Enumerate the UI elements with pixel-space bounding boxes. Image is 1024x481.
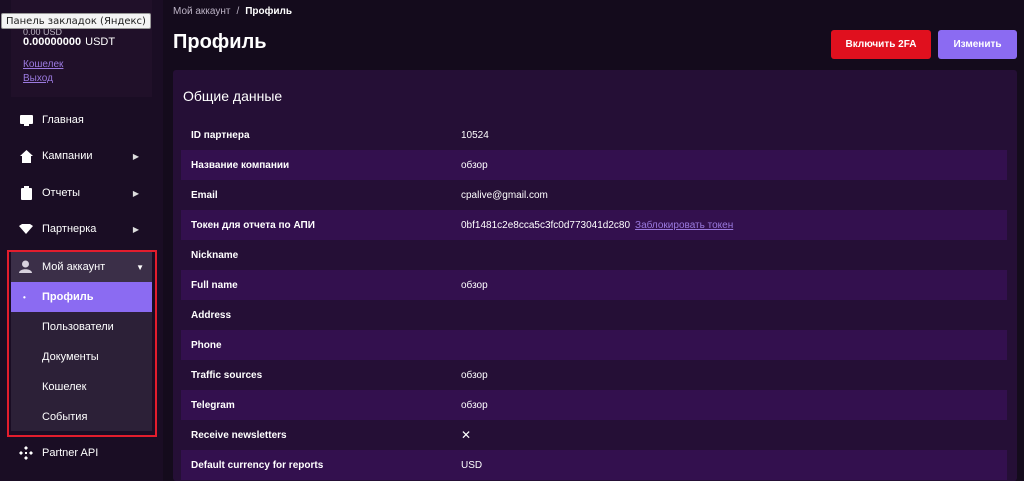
row-label: Email — [191, 189, 218, 201]
row-label: Receive newsletters — [191, 429, 287, 441]
profile-row-currency: Default currency for reports USD — [181, 450, 1007, 480]
row-value: 10524 — [461, 129, 489, 141]
sidebar-item-label: Кампании — [42, 150, 93, 162]
row-label: Название компании — [191, 159, 290, 171]
panel-title: Общие данные — [183, 88, 283, 104]
row-label: ID партнера — [191, 129, 250, 141]
row-label: Phone — [191, 339, 222, 351]
row-value-wrap: 0bf1481c2e8cca5c3fc0d773041d2c80 Заблокир… — [461, 220, 733, 231]
profile-row-api-token: Токен для отчета по АПИ 0bf1481c2e8cca5c… — [181, 210, 1007, 240]
chevron-right-icon: ▶ — [132, 224, 139, 234]
breadcrumb-current: Профиль — [245, 6, 293, 17]
wallet-link[interactable]: Кошелек — [23, 59, 63, 70]
page-title: Профиль — [173, 31, 267, 53]
breadcrumb-parent[interactable]: Мой аккаунт — [173, 6, 230, 17]
balance-currency: USDT — [85, 36, 116, 48]
profile-row-phone: Phone — [181, 330, 1007, 360]
row-label: Токен для отчета по АПИ — [191, 219, 315, 231]
profile-row-full-name: Full name обзор — [181, 270, 1007, 300]
api-icon — [19, 446, 33, 460]
balance-amount: 0.00000000 USDT — [23, 36, 115, 48]
api-token-value: 0bf1481c2e8cca5c3fc0d773041d2c80 — [461, 219, 631, 231]
highlight-frame — [7, 250, 157, 437]
chevron-right-icon: ▶ — [132, 188, 139, 198]
row-value: USD — [461, 459, 483, 471]
row-label: Default currency for reports — [191, 459, 324, 471]
sidebar-item-home[interactable]: Главная — [0, 105, 163, 135]
row-value: обзор — [461, 279, 488, 291]
sidebar-item-affiliate[interactable]: Партнерка ▶ — [0, 214, 163, 244]
logout-link[interactable]: Выход — [23, 73, 53, 84]
profile-row-email: Email cpalive@gmail.com — [181, 180, 1007, 210]
row-label: Address — [191, 309, 232, 321]
cross-icon: ✕ — [461, 428, 472, 442]
bookmark-tooltip: Панель закладок (Яндекс) — [1, 13, 151, 29]
enable-2fa-button[interactable]: Включить 2FA — [831, 30, 931, 59]
profile-row-newsletters: Receive newsletters ✕ — [181, 420, 1007, 450]
row-value: обзор — [461, 369, 488, 381]
breadcrumb-separator: / — [236, 6, 240, 17]
sidebar: 0.00 USD 0.00000000 USDT Кошелек Выход Гл… — [0, 0, 163, 481]
profile-row-company: Название компании обзор — [181, 150, 1007, 180]
sidebar-item-campaigns[interactable]: Кампании ▶ — [0, 141, 163, 171]
profile-row-address: Address — [181, 300, 1007, 330]
row-label: Full name — [191, 279, 238, 291]
row-label: Nickname — [191, 249, 239, 261]
sidebar-item-label: Отчеты — [42, 187, 81, 199]
row-value: обзор — [461, 399, 488, 411]
profile-row-traffic-sources: Traffic sources обзор — [181, 360, 1007, 390]
row-label: Traffic sources — [191, 369, 263, 381]
home-icon — [19, 149, 33, 163]
general-data-panel: Общие данные ID партнера 10524 Название … — [173, 70, 1017, 481]
clipboard-icon — [19, 186, 33, 200]
sidebar-item-partner-api[interactable]: Partner API — [0, 438, 163, 468]
sidebar-item-label: Партнерка — [42, 223, 97, 235]
monitor-icon — [19, 113, 33, 127]
row-value: cpalive@gmail.com — [461, 189, 548, 201]
diamond-icon — [19, 222, 33, 236]
row-label: Telegram — [191, 399, 235, 411]
sidebar-item-label: Partner API — [42, 447, 99, 459]
profile-row-telegram: Telegram обзор — [181, 390, 1007, 420]
sidebar-item-label: Главная — [42, 114, 84, 126]
chevron-right-icon: ▶ — [132, 151, 139, 161]
block-token-link[interactable]: Заблокировать токен — [635, 220, 733, 231]
row-value: обзор — [461, 159, 488, 171]
profile-row-nickname: Nickname — [181, 240, 1007, 270]
breadcrumb: Мой аккаунт / Профиль — [173, 6, 292, 17]
profile-row-partner-id: ID партнера 10524 — [181, 120, 1007, 150]
sidebar-item-reports[interactable]: Отчеты ▶ — [0, 178, 163, 208]
balance-value: 0.00000000 — [23, 36, 82, 48]
edit-button[interactable]: Изменить — [938, 30, 1017, 59]
